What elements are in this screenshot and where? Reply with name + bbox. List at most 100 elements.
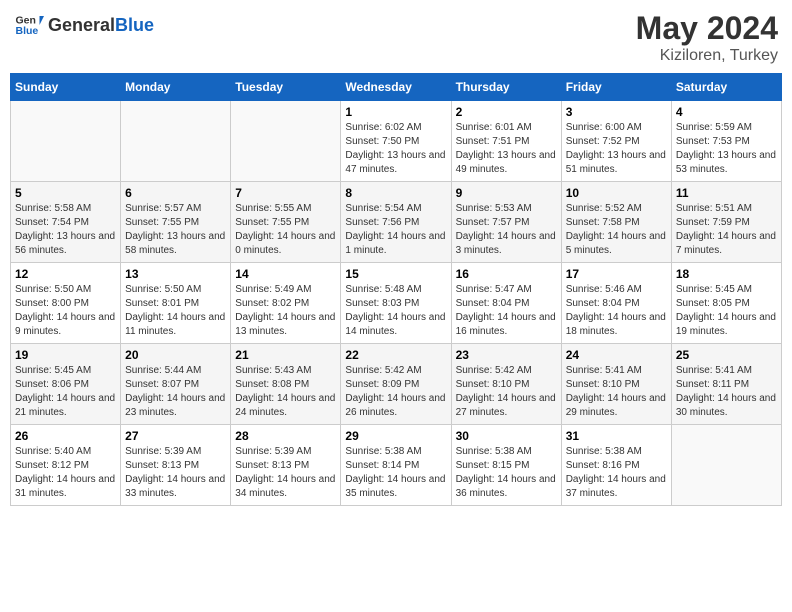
day-info: Sunrise: 5:40 AMSunset: 8:12 PMDaylight:… [15, 445, 116, 501]
calendar-day-cell: 2 Sunrise: 6:01 AMSunset: 7:51 PMDaylight… [451, 101, 561, 182]
day-number: 8 [345, 186, 446, 200]
calendar-day-cell: 21 Sunrise: 5:43 AMSunset: 8:08 PMDayligh… [231, 344, 341, 425]
calendar-week-row: 12Sunrise: 5:50 AMSunset: 8:00 PMDayligh… [11, 263, 782, 344]
calendar-day-cell: 18 Sunrise: 5:45 AMSunset: 8:05 PMDayligh… [671, 263, 781, 344]
day-info: Sunrise: 5:42 AMSunset: 8:10 PMDaylight:… [456, 364, 557, 420]
svg-text:Blue: Blue [16, 25, 39, 37]
calendar-day-cell: 17 Sunrise: 5:46 AMSunset: 8:04 PMDayligh… [561, 263, 671, 344]
weekday-header-monday: Monday [121, 74, 231, 101]
day-info: Sunrise: 5:41 AMSunset: 8:10 PMDaylight:… [566, 364, 667, 420]
day-info: Sunrise: 5:54 AMSunset: 7:56 PMDaylight:… [345, 202, 446, 258]
day-number: 4 [676, 105, 777, 119]
day-number: 10 [566, 186, 667, 200]
calendar-day-cell: 3 Sunrise: 6:00 AMSunset: 7:52 PMDaylight… [561, 101, 671, 182]
day-info: Sunrise: 5:38 AMSunset: 8:16 PMDaylight:… [566, 445, 667, 501]
calendar-day-cell: 19Sunrise: 5:45 AMSunset: 8:06 PMDayligh… [11, 344, 121, 425]
calendar-day-cell: 22 Sunrise: 5:42 AMSunset: 8:09 PMDayligh… [341, 344, 451, 425]
day-number: 7 [235, 186, 336, 200]
day-number: 21 [235, 348, 336, 362]
day-info: Sunrise: 5:58 AMSunset: 7:54 PMDaylight:… [15, 202, 116, 258]
logo-blue: Blue [115, 15, 154, 35]
day-info: Sunrise: 6:01 AMSunset: 7:51 PMDaylight:… [456, 121, 557, 177]
day-number: 15 [345, 267, 446, 281]
day-number: 30 [456, 429, 557, 443]
calendar-day-cell: 16Sunrise: 5:47 AMSunset: 8:04 PMDayligh… [451, 263, 561, 344]
calendar-day-cell: 23Sunrise: 5:42 AMSunset: 8:10 PMDayligh… [451, 344, 561, 425]
weekday-header-sunday: Sunday [11, 74, 121, 101]
day-info: Sunrise: 5:50 AMSunset: 8:01 PMDaylight:… [125, 283, 226, 339]
day-info: Sunrise: 5:59 AMSunset: 7:53 PMDaylight:… [676, 121, 777, 177]
day-number: 3 [566, 105, 667, 119]
day-info: Sunrise: 5:48 AMSunset: 8:03 PMDaylight:… [345, 283, 446, 339]
day-info: Sunrise: 6:00 AMSunset: 7:52 PMDaylight:… [566, 121, 667, 177]
weekday-header-saturday: Saturday [671, 74, 781, 101]
calendar-day-cell: 29Sunrise: 5:38 AMSunset: 8:14 PMDayligh… [341, 425, 451, 506]
weekday-header-tuesday: Tuesday [231, 74, 341, 101]
calendar-day-cell: 5Sunrise: 5:58 AMSunset: 7:54 PMDaylight… [11, 182, 121, 263]
day-info: Sunrise: 5:39 AMSunset: 8:13 PMDaylight:… [235, 445, 336, 501]
day-info: Sunrise: 5:41 AMSunset: 8:11 PMDaylight:… [676, 364, 777, 420]
day-info: Sunrise: 5:51 AMSunset: 7:59 PMDaylight:… [676, 202, 777, 258]
calendar-table: SundayMondayTuesdayWednesdayThursdayFrid… [10, 73, 782, 506]
weekday-header-friday: Friday [561, 74, 671, 101]
day-info: Sunrise: 5:52 AMSunset: 7:58 PMDaylight:… [566, 202, 667, 258]
calendar-day-cell: 25 Sunrise: 5:41 AMSunset: 8:11 PMDayligh… [671, 344, 781, 425]
calendar-day-cell [11, 101, 121, 182]
day-info: Sunrise: 5:44 AMSunset: 8:07 PMDaylight:… [125, 364, 226, 420]
day-info: Sunrise: 5:42 AMSunset: 8:09 PMDaylight:… [345, 364, 446, 420]
day-info: Sunrise: 5:53 AMSunset: 7:57 PMDaylight:… [456, 202, 557, 258]
day-number: 14 [235, 267, 336, 281]
calendar-day-cell: 4 Sunrise: 5:59 AMSunset: 7:53 PMDaylight… [671, 101, 781, 182]
day-info: Sunrise: 5:45 AMSunset: 8:05 PMDaylight:… [676, 283, 777, 339]
calendar-day-cell: 30 Sunrise: 5:38 AMSunset: 8:15 PMDayligh… [451, 425, 561, 506]
calendar-day-cell: 8 Sunrise: 5:54 AMSunset: 7:56 PMDaylight… [341, 182, 451, 263]
day-number: 27 [125, 429, 226, 443]
day-info: Sunrise: 5:39 AMSunset: 8:13 PMDaylight:… [125, 445, 226, 501]
day-number: 18 [676, 267, 777, 281]
calendar-day-cell: 28 Sunrise: 5:39 AMSunset: 8:13 PMDayligh… [231, 425, 341, 506]
calendar-day-cell: 10 Sunrise: 5:52 AMSunset: 7:58 PMDayligh… [561, 182, 671, 263]
day-number: 25 [676, 348, 777, 362]
day-number: 17 [566, 267, 667, 281]
calendar-day-cell: 20Sunrise: 5:44 AMSunset: 8:07 PMDayligh… [121, 344, 231, 425]
weekday-header-row: SundayMondayTuesdayWednesdayThursdayFrid… [11, 74, 782, 101]
calendar-day-cell: 24 Sunrise: 5:41 AMSunset: 8:10 PMDayligh… [561, 344, 671, 425]
day-info: Sunrise: 5:38 AMSunset: 8:15 PMDaylight:… [456, 445, 557, 501]
calendar-week-row: 19Sunrise: 5:45 AMSunset: 8:06 PMDayligh… [11, 344, 782, 425]
logo: Gen Blue GeneralBlue [14, 10, 154, 40]
day-number: 2 [456, 105, 557, 119]
calendar-day-cell: 14 Sunrise: 5:49 AMSunset: 8:02 PMDayligh… [231, 263, 341, 344]
calendar-day-cell: 12Sunrise: 5:50 AMSunset: 8:00 PMDayligh… [11, 263, 121, 344]
day-info: Sunrise: 5:43 AMSunset: 8:08 PMDaylight:… [235, 364, 336, 420]
day-number: 9 [456, 186, 557, 200]
day-number: 22 [345, 348, 446, 362]
day-number: 16 [456, 267, 557, 281]
calendar-day-cell: 11 Sunrise: 5:51 AMSunset: 7:59 PMDayligh… [671, 182, 781, 263]
day-number: 31 [566, 429, 667, 443]
calendar-day-cell: 9 Sunrise: 5:53 AMSunset: 7:57 PMDaylight… [451, 182, 561, 263]
weekday-header-thursday: Thursday [451, 74, 561, 101]
day-number: 26 [15, 429, 116, 443]
calendar-day-cell: 7Sunrise: 5:55 AMSunset: 7:55 PMDaylight… [231, 182, 341, 263]
day-info: Sunrise: 6:02 AMSunset: 7:50 PMDaylight:… [345, 121, 446, 177]
calendar-day-cell: 27 Sunrise: 5:39 AMSunset: 8:13 PMDayligh… [121, 425, 231, 506]
day-info: Sunrise: 5:46 AMSunset: 8:04 PMDaylight:… [566, 283, 667, 339]
calendar-title: May 2024 [636, 10, 778, 47]
day-number: 11 [676, 186, 777, 200]
page-header: Gen Blue GeneralBlue May 2024 Kiziloren,… [10, 10, 782, 65]
calendar-day-cell: 1Sunrise: 6:02 AMSunset: 7:50 PMDaylight… [341, 101, 451, 182]
calendar-day-cell: 15 Sunrise: 5:48 AMSunset: 8:03 PMDayligh… [341, 263, 451, 344]
calendar-day-cell: 6Sunrise: 5:57 AMSunset: 7:55 PMDaylight… [121, 182, 231, 263]
calendar-day-cell [671, 425, 781, 506]
day-number: 29 [345, 429, 446, 443]
calendar-day-cell [121, 101, 231, 182]
day-number: 28 [235, 429, 336, 443]
day-info: Sunrise: 5:49 AMSunset: 8:02 PMDaylight:… [235, 283, 336, 339]
calendar-week-row: 5Sunrise: 5:58 AMSunset: 7:54 PMDaylight… [11, 182, 782, 263]
calendar-day-cell: 31 Sunrise: 5:38 AMSunset: 8:16 PMDayligh… [561, 425, 671, 506]
day-number: 24 [566, 348, 667, 362]
day-number: 12 [15, 267, 116, 281]
logo-general: General [48, 15, 115, 35]
calendar-day-cell [231, 101, 341, 182]
day-number: 13 [125, 267, 226, 281]
